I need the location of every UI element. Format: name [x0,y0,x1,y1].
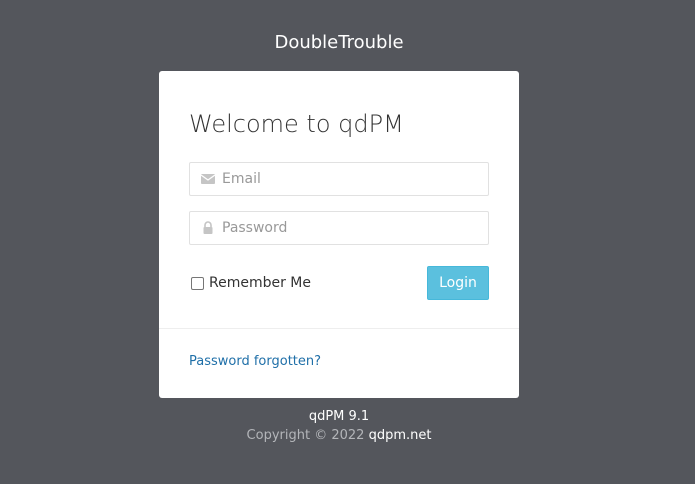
email-input[interactable] [222,163,477,195]
card-divider [159,328,519,329]
footer-copyright: Copyright © 2022 qdpm.net [0,427,678,445]
login-card: Welcome to qdPM Remember Me Login Passwo… [159,71,519,398]
app-title: DoubleTrouble [274,32,404,53]
email-field[interactable] [189,162,489,196]
remember-me[interactable]: Remember Me [191,275,311,291]
qdpm-site-link[interactable]: qdpm.net [369,428,432,443]
envelope-icon [200,174,216,184]
password-forgotten-link[interactable]: Password forgotten? [189,354,321,370]
lock-icon [203,221,213,234]
password-field[interactable] [189,211,489,245]
login-heading: Welcome to qdPM [189,110,404,138]
copyright-text: Copyright © 2022 [246,428,365,443]
login-button[interactable]: Login [427,266,489,300]
remember-me-checkbox[interactable] [191,276,204,290]
password-input[interactable] [222,212,477,244]
footer-version: qdPM 9.1 [308,409,370,424]
remember-me-label[interactable]: Remember Me [209,275,311,291]
